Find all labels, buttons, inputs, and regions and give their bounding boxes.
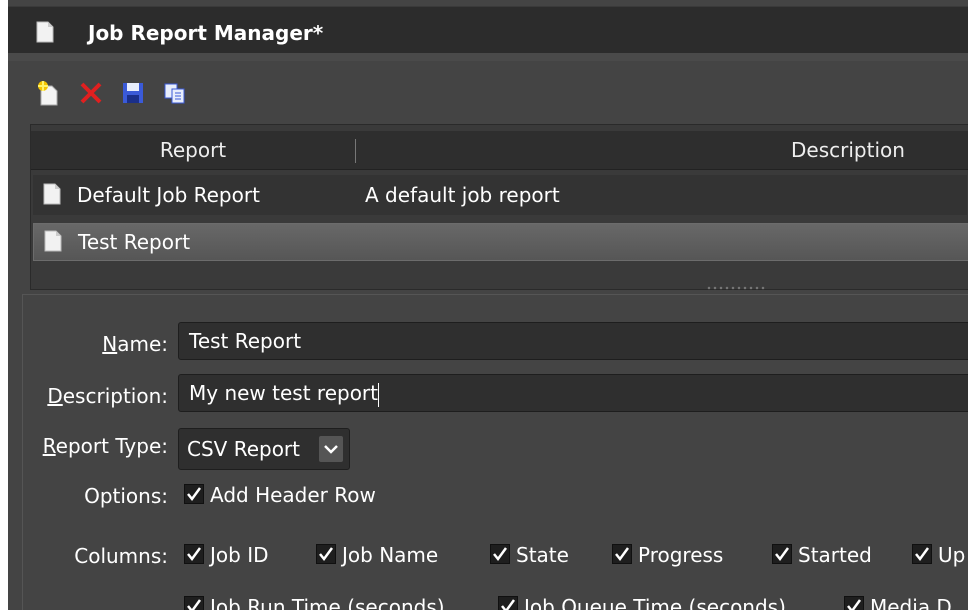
checkbox-label: Started [798,543,872,567]
report-type-value: CSV Report [187,437,300,461]
job-report-manager-window: Job Report Manager* Report Description D… [8,0,968,610]
delete-report-button[interactable] [78,80,106,108]
column-checkbox-media-d[interactable]: Media D [844,594,968,610]
column-checkbox-up[interactable]: Up [912,542,968,570]
column-header-report[interactable]: Report [31,131,355,169]
name-label: Name: [102,332,168,356]
save-icon [120,83,146,110]
checkbox-label: Media D [870,595,952,610]
checkbox-box [612,544,632,564]
checkbox-label: Job Queue Time (seconds) [524,595,786,610]
report-description: A default job report [365,183,560,207]
report-list: Report Description Default Job Report A … [30,124,968,290]
checkbox-box [498,596,518,610]
description-field[interactable]: My new test report [178,374,968,412]
report-row[interactable]: Default Job Report A default job report [33,175,967,215]
add-header-row-checkbox[interactable]: Add Header Row [184,482,404,510]
report-type-label: Report Type: [42,434,168,458]
report-row-selected[interactable]: Test Report [33,223,968,261]
checkbox-box [184,544,204,564]
column-checkbox-job-name[interactable]: Job Name [316,542,466,570]
chevron-down-icon[interactable] [319,436,343,462]
document-icon [43,183,61,209]
report-name: Test Report [78,230,191,254]
checkbox-label: Job Name [342,543,439,567]
column-checkbox-started[interactable]: Started [772,542,898,570]
column-checkbox-job-run-time[interactable]: Job Run Time (seconds) [184,594,474,610]
checkbox-box [184,596,204,610]
title-underbar [8,53,968,61]
name-field[interactable]: Test Report [178,322,968,360]
options-label: Options: [84,484,168,508]
copy-report-button[interactable] [162,80,190,108]
column-checkbox-progress[interactable]: Progress [612,542,752,570]
column-checkbox-job-queue-time[interactable]: Job Queue Time (seconds) [498,594,818,610]
checkbox-label: Progress [638,543,724,567]
checkbox-box [844,596,864,610]
checkbox-label: Job Run Time (seconds) [210,595,445,610]
checkbox-label: Up [938,543,966,567]
column-checkbox-job-id[interactable]: Job ID [184,542,294,570]
document-icon [36,21,54,47]
panel-splitter[interactable] [706,286,766,290]
column-header-description[interactable]: Description [791,131,905,169]
checkbox-box [184,484,204,504]
column-checkbox-state[interactable]: State [490,542,590,570]
new-report-button[interactable] [36,80,64,108]
checkbox-box [912,544,932,564]
checkbox-box [772,544,792,564]
checkbox-label: State [516,543,569,567]
checkbox-box [490,544,510,564]
document-icon [44,230,62,256]
title-bar: Job Report Manager* [8,6,968,61]
new-report-icon [36,81,62,110]
column-separator[interactable] [355,139,356,163]
checkbox-label: Add Header Row [210,483,376,507]
window-title: Job Report Manager* [88,21,324,45]
save-report-button[interactable] [120,80,148,108]
delete-icon [78,82,104,110]
copy-icon [162,83,188,110]
columns-label: Columns: [74,544,168,568]
checkbox-box [316,544,336,564]
report-list-header: Report Description [31,131,968,170]
report-name: Default Job Report [77,183,260,207]
report-type-dropdown[interactable]: CSV Report [178,428,350,470]
description-label: Description: [47,384,168,408]
checkbox-label: Job ID [210,543,269,567]
text-caret [378,382,379,407]
